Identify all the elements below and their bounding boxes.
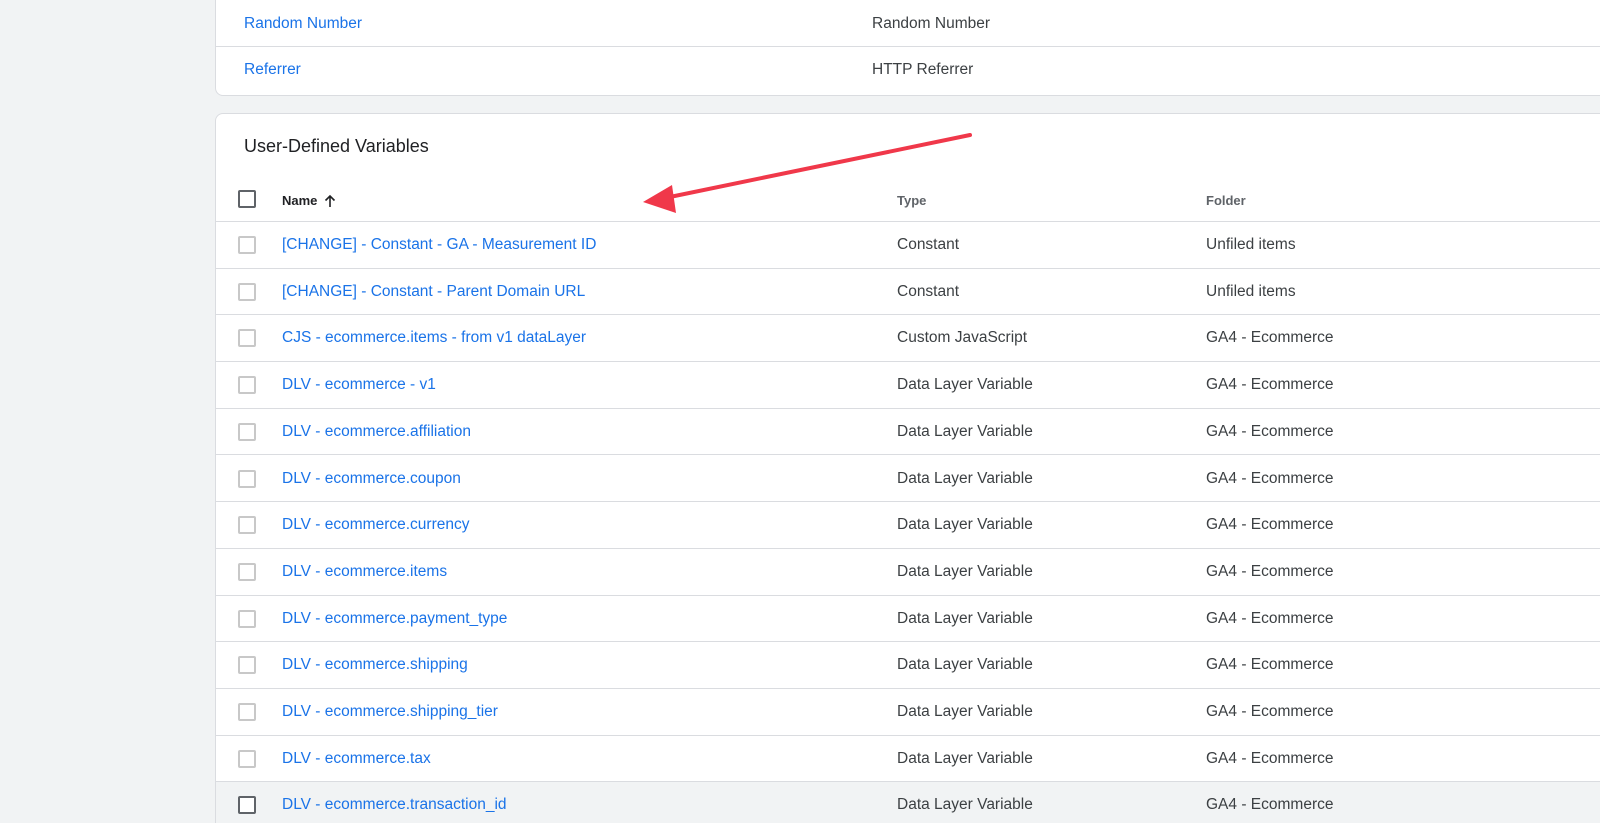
variable-folder: GA4 - Ecommerce (1206, 796, 1334, 814)
variable-folder: GA4 - Ecommerce (1206, 703, 1334, 720)
arrow-up-icon (325, 194, 336, 207)
variable-type: HTTP Referrer (872, 61, 974, 78)
variable-type: Custom JavaScript (897, 329, 1028, 347)
column-header-name-label: Name (282, 193, 318, 208)
row-checkbox[interactable] (238, 422, 256, 441)
variable-folder: GA4 - Ecommerce (1206, 656, 1334, 674)
column-header-name[interactable]: Name (282, 193, 337, 208)
table-row[interactable]: DLV - ecommerce.payment_type Data Layer V… (216, 596, 1600, 643)
variable-folder: Unfiled items (1206, 282, 1296, 300)
row-checkbox[interactable] (238, 236, 256, 254)
variable-type: Data Layer Variable (897, 703, 1033, 720)
builtin-variables-card: Random Number Random Number Referrer HTT… (215, 0, 1600, 96)
variable-name-link[interactable]: DLV - ecommerce.shipping (282, 656, 468, 674)
row-checkbox[interactable] (238, 749, 256, 768)
table-row[interactable]: DLV - ecommerce.transaction_id Data Layer… (216, 782, 1600, 823)
table-row[interactable]: DLV - ecommerce.affiliation Data Layer Va… (216, 409, 1600, 456)
variable-type: Data Layer Variable (897, 749, 1033, 767)
variable-name-link[interactable]: [CHANGE] - Constant - Parent Domain URL (282, 283, 585, 301)
variable-name-link[interactable]: DLV - ecommerce.transaction_id (282, 796, 507, 814)
row-checkbox[interactable] (238, 516, 256, 535)
variable-name-link[interactable]: DLV - ecommerce.items (282, 563, 447, 581)
table-row[interactable]: [CHANGE] - Constant - GA - Measurement I… (216, 222, 1600, 269)
table-row[interactable]: DLV - ecommerce.coupon Data Layer Variabl… (216, 456, 1600, 503)
table-row[interactable]: DLV - ecommerce.currency Data Layer Varia… (216, 502, 1600, 549)
variable-name-link[interactable]: [CHANGE] - Constant - GA - Measurement I… (282, 236, 596, 254)
variable-type: Data Layer Variable (897, 656, 1033, 674)
select-all-checkbox[interactable] (238, 190, 256, 208)
variable-folder: GA4 - Ecommerce (1206, 329, 1334, 347)
table-row[interactable]: DLV - ecommerce.items Data Layer Variable… (216, 549, 1600, 596)
variable-name-link[interactable]: Referrer (244, 61, 301, 79)
row-checkbox[interactable] (238, 469, 256, 488)
table-row[interactable]: [CHANGE] - Constant - Parent Domain URL C… (216, 269, 1600, 316)
user-defined-variables-card: User-Defined Variables Name Type Folder … (215, 113, 1600, 823)
table-row[interactable]: Referrer HTTP Referrer (216, 47, 1600, 93)
variable-type: Data Layer Variable (897, 516, 1033, 534)
variable-type: Data Layer Variable (897, 562, 1033, 580)
row-checkbox[interactable] (238, 562, 256, 581)
table-row[interactable]: DLV - ecommerce.shipping_tier Data Layer … (216, 689, 1600, 736)
variable-name-link[interactable]: DLV - ecommerce - v1 (282, 376, 436, 394)
variable-type: Random Number (872, 15, 991, 32)
row-checkbox[interactable] (238, 282, 256, 301)
variable-folder: GA4 - Ecommerce (1206, 376, 1334, 394)
variable-type: Data Layer Variable (897, 609, 1033, 627)
row-checkbox[interactable] (238, 329, 256, 348)
variable-name-link[interactable]: DLV - ecommerce.payment_type (282, 610, 507, 628)
variable-name-link[interactable]: Random Number (244, 15, 362, 33)
variable-name-link[interactable]: CJS - ecommerce.items - from v1 dataLaye… (282, 329, 586, 347)
variable-type: Constant (897, 236, 960, 253)
variable-type: Data Layer Variable (897, 422, 1033, 440)
variable-type: Data Layer Variable (897, 796, 1033, 814)
table-row[interactable]: DLV - ecommerce - v1 Data Layer Variable G… (216, 362, 1600, 409)
row-checkbox[interactable] (238, 376, 256, 395)
column-header-folder[interactable]: Folder (1206, 193, 1246, 208)
variable-name-link[interactable]: DLV - ecommerce.shipping_tier (282, 703, 498, 721)
column-header-type[interactable]: Type (897, 193, 926, 208)
card-title: User-Defined Variables (244, 136, 429, 156)
variable-folder: GA4 - Ecommerce (1206, 609, 1334, 627)
table-row[interactable]: DLV - ecommerce.shipping Data Layer Varia… (216, 642, 1600, 689)
table-row[interactable]: CJS - ecommerce.items - from v1 dataLaye… (216, 315, 1600, 363)
variable-name-link[interactable]: DLV - ecommerce.tax (282, 750, 431, 768)
variable-name-link[interactable]: DLV - ecommerce.currency (282, 516, 469, 534)
row-checkbox[interactable] (238, 656, 256, 675)
variable-folder: GA4 - Ecommerce (1206, 749, 1334, 767)
variable-type: Data Layer Variable (897, 376, 1033, 394)
variable-name-link[interactable]: DLV - ecommerce.affiliation (282, 423, 471, 441)
page: Random Number Random Number Referrer HTT… (0, 0, 1600, 823)
variable-folder: GA4 - Ecommerce (1206, 516, 1334, 534)
row-checkbox[interactable] (238, 609, 256, 628)
variable-folder: GA4 - Ecommerce (1206, 422, 1334, 440)
variable-name-link[interactable]: DLV - ecommerce.coupon (282, 470, 461, 488)
variable-folder: GA4 - Ecommerce (1206, 562, 1334, 580)
variable-folder: Unfiled items (1206, 236, 1296, 253)
variable-type: Constant (897, 282, 960, 300)
variable-type: Data Layer Variable (897, 469, 1033, 487)
table-row[interactable]: Random Number Random Number (216, 1, 1600, 47)
row-checkbox[interactable] (238, 703, 256, 721)
row-checkbox[interactable] (238, 796, 256, 815)
table-row[interactable]: DLV - ecommerce.tax Data Layer Variable GA… (216, 736, 1600, 783)
variable-folder: GA4 - Ecommerce (1206, 469, 1334, 487)
table-header: Name Type Folder (216, 176, 1600, 222)
